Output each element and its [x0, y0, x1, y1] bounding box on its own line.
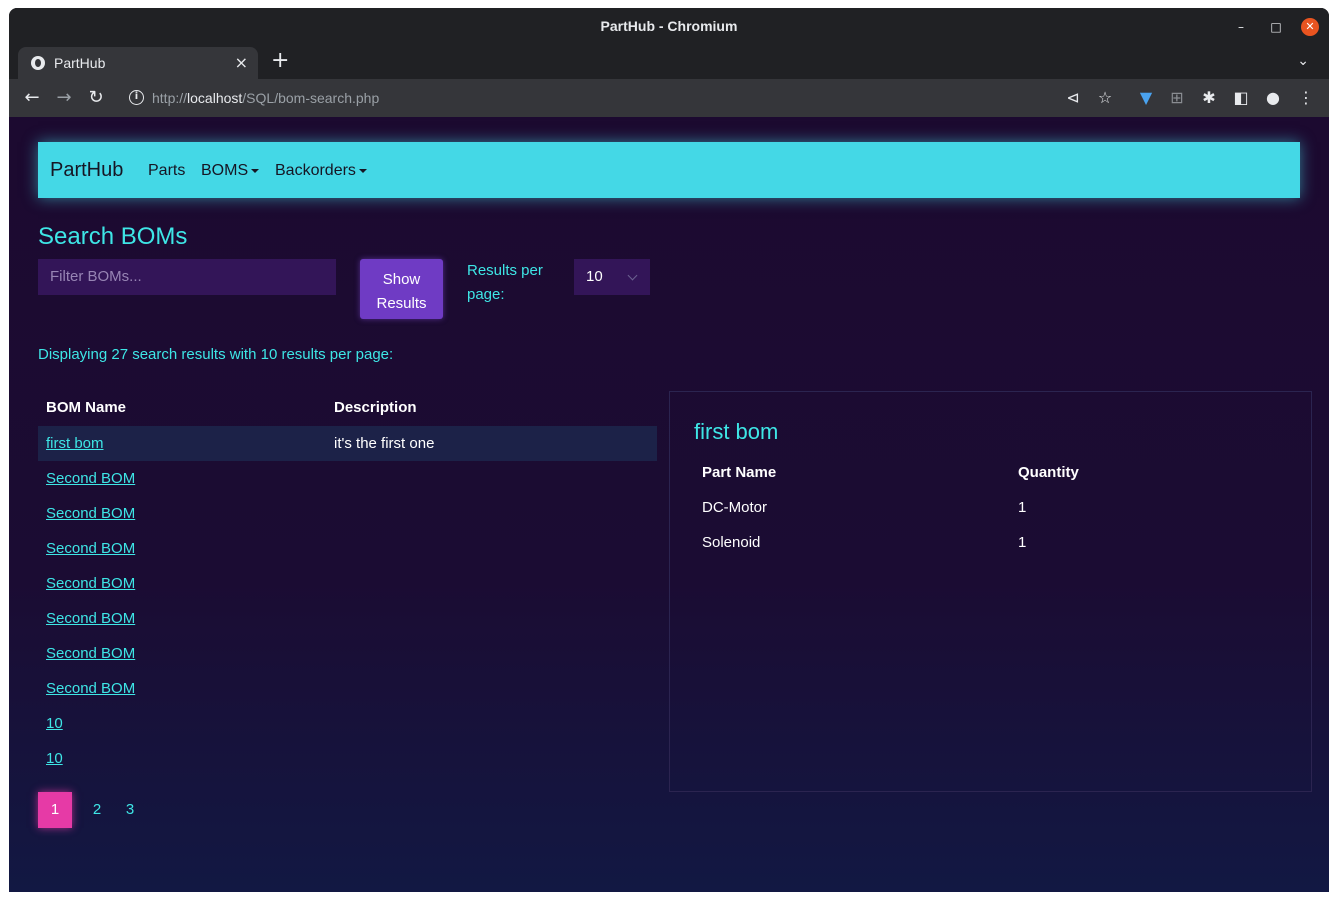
table-row[interactable]: first bom it's the first one: [38, 426, 657, 461]
column-header-bom-name: BOM Name: [46, 399, 127, 416]
caret-down-icon: [251, 168, 260, 173]
profile-avatar-icon[interactable]: ●: [1263, 88, 1283, 108]
nav-dropdown-backorders[interactable]: Backorders: [275, 162, 367, 180]
tab-title: PartHub: [54, 55, 106, 71]
site-navbar: PartHub Parts BOMS Backorders: [38, 142, 1300, 198]
bom-link[interactable]: Second BOM: [46, 470, 135, 487]
caret-down-icon: [358, 168, 367, 173]
bom-link[interactable]: Second BOM: [46, 645, 135, 662]
close-tab-icon[interactable]: ×: [235, 53, 248, 72]
bom-link[interactable]: Second BOM: [46, 505, 135, 522]
part-name-cell: DC-Motor: [702, 499, 768, 516]
bom-link[interactable]: Second BOM: [46, 680, 135, 697]
table-row[interactable]: Second BOM: [38, 461, 657, 496]
forward-icon[interactable]: →: [53, 87, 75, 109]
column-header-quantity: Quantity: [1018, 464, 1079, 481]
nav-link-parts[interactable]: Parts: [148, 162, 185, 180]
navbar-brand[interactable]: PartHub: [50, 159, 123, 182]
part-name-cell: Solenoid: [702, 534, 761, 551]
more-menu-icon[interactable]: ⋮: [1296, 88, 1316, 108]
share-icon[interactable]: ⊲: [1063, 88, 1083, 108]
table-row[interactable]: Second BOM: [38, 566, 657, 601]
address-bar[interactable]: i http://localhost/SQL/bom-search.php: [117, 83, 1257, 113]
table-row[interactable]: Second BOM: [38, 671, 657, 706]
page-2-button[interactable]: 2: [80, 792, 114, 828]
results-summary: Displaying 27 search results with 10 res…: [38, 346, 394, 363]
quantity-cell: 1: [1018, 499, 1027, 516]
tab-parthub[interactable]: PartHub ×: [18, 47, 258, 79]
quantity-cell: 1: [1018, 534, 1027, 551]
nav-dropdown-boms[interactable]: BOMS: [201, 162, 260, 180]
bom-link[interactable]: 10: [46, 750, 63, 767]
back-icon[interactable]: ←: [21, 87, 43, 109]
reload-icon[interactable]: ↻: [85, 87, 107, 109]
title-bar: PartHub - Chromium – □ ✕: [9, 8, 1329, 45]
chevron-down-icon: [627, 270, 638, 281]
table-row[interactable]: Second BOM: [38, 496, 657, 531]
shield-icon[interactable]: ▼: [1136, 88, 1156, 108]
chevron-down-icon[interactable]: ⌄: [1297, 53, 1309, 69]
bom-link[interactable]: Second BOM: [46, 610, 135, 627]
star-icon[interactable]: ☆: [1095, 88, 1115, 108]
show-results-button[interactable]: Show Results: [360, 259, 443, 319]
bom-link[interactable]: Second BOM: [46, 540, 135, 557]
column-header-part-name: Part Name: [702, 464, 777, 481]
bom-detail-title: first bom: [694, 419, 779, 444]
bom-detail-panel: first bom Part Name Quantity DC-Motor 1 …: [669, 391, 1312, 792]
close-window-icon[interactable]: ✕: [1301, 18, 1319, 36]
maximize-icon[interactable]: □: [1267, 18, 1285, 36]
table-header: BOM Name Description: [38, 391, 657, 426]
new-tab-icon[interactable]: +: [271, 50, 289, 72]
results-per-page-select[interactable]: 10: [574, 259, 650, 295]
browser-toolbar: ← → ↻ i http://localhost/SQL/bom-search.…: [9, 79, 1329, 117]
page-3-button[interactable]: 3: [113, 792, 147, 828]
tab-strip: PartHub × + ⌄: [9, 45, 1329, 79]
bom-link[interactable]: 10: [46, 715, 63, 732]
page-content: PartHub Parts BOMS Backorders Search BOM…: [9, 117, 1329, 892]
url-text: http://localhost/SQL/bom-search.php: [152, 90, 380, 106]
page-1-button[interactable]: 1: [38, 792, 72, 828]
bom-link[interactable]: Second BOM: [46, 575, 135, 592]
extensions-icon[interactable]: ✱: [1199, 88, 1219, 108]
table-row[interactable]: Second BOM: [38, 636, 657, 671]
bom-link[interactable]: first bom: [46, 435, 104, 452]
bom-results-table: BOM Name Description first bom it's the …: [38, 391, 657, 776]
minimize-icon[interactable]: –: [1232, 18, 1250, 36]
globe-icon: [31, 56, 45, 70]
browser-window: PartHub - Chromium – □ ✕ PartHub × + ⌄ ←…: [9, 8, 1329, 892]
window-title: PartHub - Chromium: [600, 18, 738, 34]
info-icon[interactable]: i: [129, 90, 144, 105]
table-row[interactable]: 10: [38, 706, 657, 741]
side-panel-icon[interactable]: ◧: [1231, 88, 1251, 108]
bom-description: it's the first one: [334, 435, 435, 452]
page-title: Search BOMs: [38, 223, 188, 250]
table-row[interactable]: Second BOM: [38, 531, 657, 566]
column-header-description: Description: [334, 399, 417, 416]
grid-icon[interactable]: ⊞: [1167, 88, 1187, 108]
results-per-page-label: Results per page:: [467, 262, 543, 303]
filter-boms-input[interactable]: Filter BOMs...: [38, 259, 336, 295]
table-row[interactable]: 10: [38, 741, 657, 776]
table-row[interactable]: Second BOM: [38, 601, 657, 636]
